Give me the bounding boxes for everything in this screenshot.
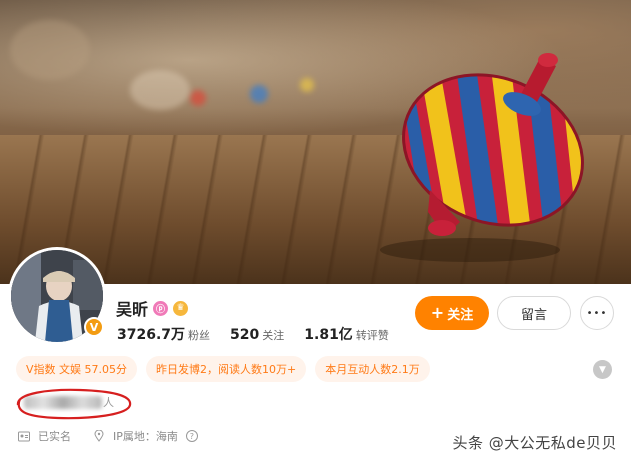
stat-value: 3726.7万	[117, 327, 186, 343]
follow-label: 关注	[447, 307, 474, 323]
chip-monthly-interaction[interactable]: 本月互动人数2.1万	[315, 356, 430, 382]
message-label: 留言	[520, 307, 547, 323]
stat-followers[interactable]: 3726.7万 粉丝	[117, 324, 210, 344]
plus-icon: +	[430, 303, 445, 322]
stat-label: 关注	[262, 329, 285, 342]
red-circle-annotation	[16, 388, 132, 420]
profile-intro: 人	[10, 385, 134, 421]
stat-value: 520	[230, 327, 260, 343]
verified-real-name: 已实名	[38, 430, 71, 443]
more-options-button[interactable]: •••	[580, 296, 614, 330]
profile-meta: 已实名 IP属地：海南 ?	[18, 428, 198, 444]
profile-stats: 3726.7万 粉丝 520 关注 1.81亿 转评赞	[117, 324, 389, 344]
stat-value: 1.81亿	[304, 327, 353, 343]
profile-name: 吴昕	[116, 300, 149, 319]
member-badge-icon[interactable]: ⓟ	[153, 300, 169, 316]
help-icon[interactable]: ?	[185, 430, 198, 442]
stat-label: 转评赞	[355, 329, 389, 342]
follow-button[interactable]: + 关注	[415, 296, 489, 330]
location-pin-icon	[93, 430, 105, 442]
chip-yesterday-posts[interactable]: 昨日发博2，阅读人数10万+	[146, 356, 307, 382]
crown-badge-icon[interactable]: ♛	[173, 300, 189, 316]
profile-name-row: 吴昕 ⓟ ♛	[116, 296, 189, 320]
id-card-icon	[18, 430, 30, 442]
avatar[interactable]: V	[8, 247, 106, 345]
more-dots-icon: •••	[586, 307, 608, 319]
expand-chevron-icon[interactable]: ▼	[593, 360, 612, 379]
stat-following[interactable]: 520 关注	[230, 327, 284, 343]
chip-v-index[interactable]: V指数 文娱 57.05分	[16, 356, 138, 382]
watermark: 头条 @大公无私de贝贝	[452, 434, 617, 452]
ip-location: IP属地：海南	[113, 430, 178, 443]
profile-chips: V指数 文娱 57.05分 昨日发博2，阅读人数10万+ 本月互动人数2.1万	[16, 356, 430, 382]
stat-label: 粉丝	[188, 329, 211, 342]
verified-badge-icon: V	[84, 317, 104, 337]
profile-cover-image	[0, 0, 631, 284]
message-button[interactable]: 留言	[497, 296, 571, 330]
stat-interactions: 1.81亿 转评赞	[304, 324, 389, 344]
spinning-top-illustration	[380, 53, 600, 262]
